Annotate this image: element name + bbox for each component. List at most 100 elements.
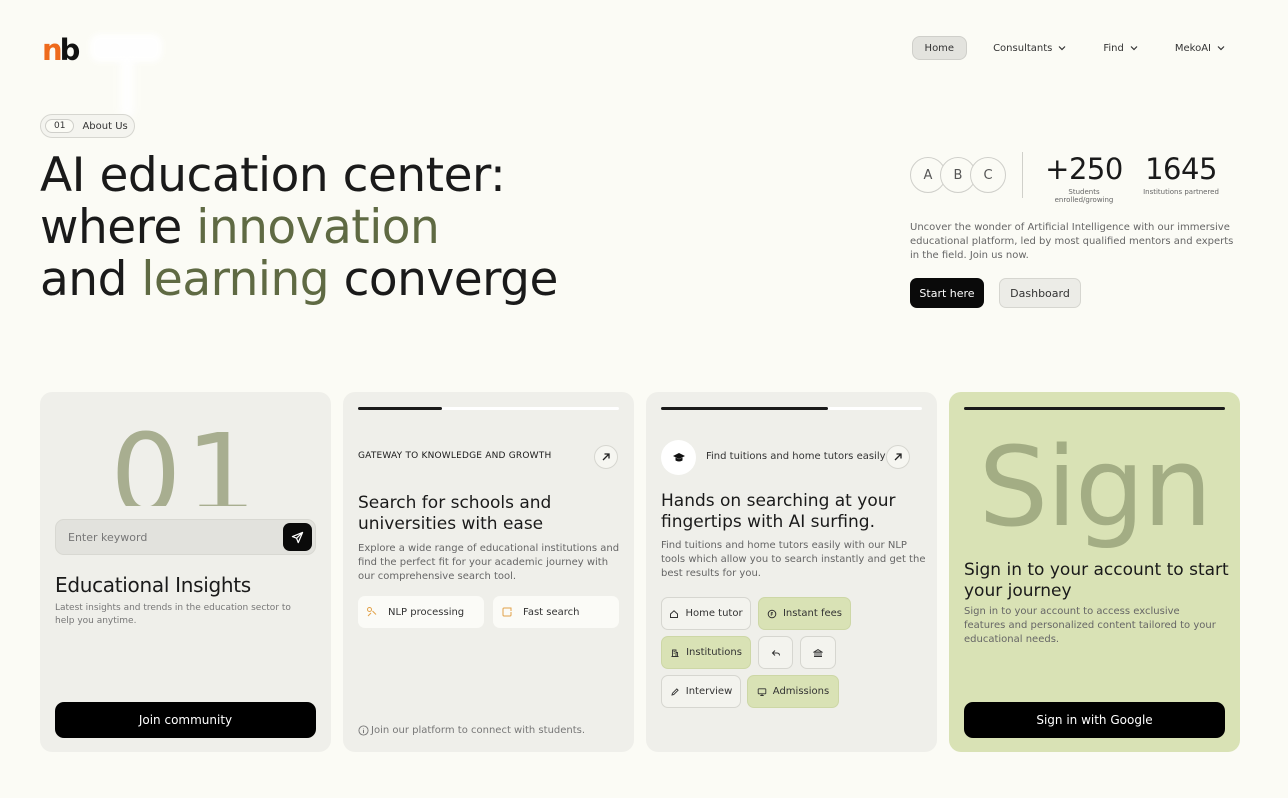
logo-mark: nb <box>42 33 81 67</box>
tag-label: Interview <box>685 686 733 697</box>
stats-divider <box>1022 152 1023 198</box>
card-title: Sign in to your account to start your jo… <box>964 560 1229 601</box>
tag-institution-building[interactable] <box>800 636 836 669</box>
logo-blur-mask-tail <box>120 56 134 118</box>
feature-label: NLP processing <box>388 606 465 618</box>
join-community-button[interactable]: Join community <box>55 702 316 738</box>
headline-line1: AI education center: <box>40 148 506 203</box>
coin-icon <box>767 609 777 618</box>
hero-headline: AI education center: where innovation an… <box>40 150 640 306</box>
tag-label: Home tutor <box>685 608 743 619</box>
card-progress-fill <box>358 407 442 410</box>
card-eyebrow: GATEWAY TO KNOWLEDGE AND GROWTH <box>358 451 552 461</box>
headline-accent-innovation: innovation <box>196 200 440 255</box>
card-top-line <box>964 407 1225 410</box>
stat-label: Institutions partnered <box>1143 188 1219 196</box>
stat-students: +250 Students enrolled/growing <box>1038 152 1130 204</box>
card-title: Search for schools and universities with… <box>358 493 552 534</box>
search-submit-button[interactable] <box>283 523 312 551</box>
hero-description: Uncover the wonder of Artificial Intelli… <box>910 222 1234 261</box>
stat-label: Students enrolled/growing <box>1054 188 1114 204</box>
logo-letter-n: n <box>42 33 63 67</box>
card-description: Explore a wide range of educational inst… <box>358 543 620 582</box>
avatar-group: A B C <box>910 157 1006 193</box>
tag-instant-fees[interactable]: Instant fees <box>758 597 851 630</box>
info-icon <box>358 725 369 736</box>
card-footer: Join our platform to connect with studen… <box>358 725 585 736</box>
send-icon <box>291 531 304 543</box>
bank-icon <box>813 648 823 657</box>
home-icon <box>670 609 679 618</box>
nav-home-label: Home <box>924 42 955 54</box>
building-icon <box>671 649 679 657</box>
card-big-word: Sign <box>978 423 1213 551</box>
card-description: Find tuitions and home tutors easily wit… <box>661 540 926 579</box>
tag-interview[interactable]: Interview <box>661 675 741 708</box>
start-here-button[interactable]: Start here <box>910 278 984 308</box>
tag-label: Instant fees <box>782 608 843 619</box>
arrow-up-right-icon <box>894 453 902 461</box>
card-eyebrow: Find tuitions and home tutors easily <box>706 451 886 462</box>
feature-nlp-processing[interactable]: NLP processing <box>358 596 484 628</box>
stat-institutions: 1645 Institutions partnered <box>1142 152 1220 196</box>
brand-logo[interactable]: nb <box>42 33 172 118</box>
nav-home[interactable]: Home <box>911 36 968 60</box>
arrow-up-right-icon <box>602 453 610 461</box>
headline-line2-a: where <box>40 200 197 255</box>
reply-icon <box>771 649 780 656</box>
chevron-down-icon <box>1130 46 1138 51</box>
sign-in-google-button[interactable]: Sign in with Google <box>964 702 1225 738</box>
card-description: Latest insights and trends in the educat… <box>55 603 291 626</box>
feature-fast-search[interactable]: Fast search <box>493 596 619 628</box>
card-progress-fill <box>661 407 829 410</box>
fast-search-icon <box>502 607 512 617</box>
section-pill: 01 About Us <box>40 114 135 138</box>
headline-line3-c: converge <box>329 252 559 307</box>
card-sign-in: Sign Sign in to your account to start yo… <box>949 392 1240 752</box>
graduation-cap-icon <box>672 452 685 461</box>
section-number: 01 <box>45 119 75 133</box>
chevron-down-icon <box>1058 46 1066 51</box>
card-progress-bar <box>661 407 922 410</box>
tag-label: Institutions <box>686 647 742 658</box>
headline-line3-a: and <box>40 252 142 307</box>
feature-label: Fast search <box>523 606 580 618</box>
stat-value: +250 <box>1045 152 1123 186</box>
nlp-icon <box>367 607 377 617</box>
footer-text: Join our platform to connect with studen… <box>371 725 586 736</box>
card-title: Hands on searching at your fingertips wi… <box>661 491 896 532</box>
nav-find-label: Find <box>1103 42 1124 54</box>
keyword-search <box>55 519 316 555</box>
tag-admissions[interactable]: Admissions <box>747 675 839 708</box>
monitor-icon <box>757 687 767 696</box>
chevron-down-icon <box>1217 46 1225 51</box>
nav-consultants[interactable]: Consultants <box>983 36 1077 60</box>
card-big-number: 01 <box>110 420 261 506</box>
tag-reply[interactable] <box>758 636 793 669</box>
headline-accent-learning: learning <box>141 252 330 307</box>
tag-institutions[interactable]: Institutions <box>661 636 751 669</box>
tag-label: Admissions <box>772 686 830 697</box>
nav-mekoai-label: MekoAI <box>1174 42 1211 54</box>
pencil-icon <box>671 687 679 696</box>
card-tutor-search: Find tuitions and home tutors easily Han… <box>646 392 937 752</box>
avatar: C <box>970 157 1006 193</box>
main-nav: Home Consultants Find MekoAI <box>911 36 1236 60</box>
card-progress-bar <box>358 407 619 410</box>
tag-home-tutor[interactable]: Home tutor <box>661 597 751 630</box>
nav-find[interactable]: Find <box>1093 36 1149 60</box>
card-description: Sign in to your account to access exclus… <box>964 606 1216 645</box>
section-label: About Us <box>82 120 128 132</box>
nav-mekoai[interactable]: MekoAI <box>1165 36 1236 60</box>
graduation-cap-badge <box>661 440 696 475</box>
open-card-button[interactable] <box>594 445 618 469</box>
dashboard-button[interactable]: Dashboard <box>999 278 1081 308</box>
search-input[interactable] <box>56 520 276 554</box>
card-educational-insights: 01 Educational Insights Latest insights … <box>40 392 331 752</box>
open-card-button[interactable] <box>886 445 910 469</box>
card-title: Educational Insights <box>55 573 251 597</box>
nav-consultants-label: Consultants <box>993 42 1053 54</box>
stat-value: 1645 <box>1145 152 1217 186</box>
logo-letter-b: b <box>59 33 81 67</box>
card-school-search: GATEWAY TO KNOWLEDGE AND GROWTH Search f… <box>343 392 634 752</box>
